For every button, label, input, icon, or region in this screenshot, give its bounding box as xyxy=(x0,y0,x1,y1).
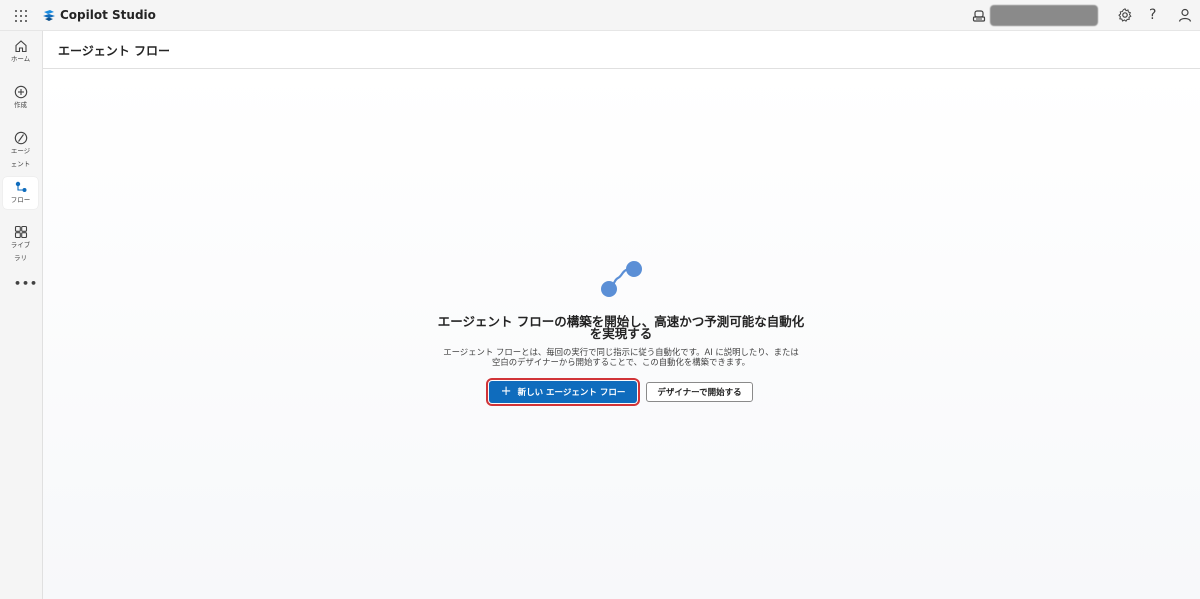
start-in-designer-button[interactable]: デザイナーで開始する xyxy=(646,382,753,402)
more-options-icon[interactable]: ••• xyxy=(14,277,38,290)
rail-label-flows: フロー xyxy=(10,196,31,204)
rail-item-library[interactable]: ライブラリ xyxy=(3,225,38,265)
settings-gear-icon[interactable] xyxy=(1117,7,1133,23)
environment-icon[interactable] xyxy=(972,9,986,23)
rail-item-agents[interactable]: エージェント xyxy=(3,131,38,171)
page-title: エージェント フロー xyxy=(58,44,170,58)
agent-flow-illustration-icon xyxy=(601,261,642,297)
plus-icon: + xyxy=(500,384,512,399)
copilot-studio-logo xyxy=(43,10,55,21)
help-icon[interactable]: ? xyxy=(1149,7,1156,23)
rail-label-library: ライブラリ xyxy=(10,241,31,262)
plus-circle-icon xyxy=(14,85,27,99)
page-header: エージェント フロー xyxy=(43,31,1200,69)
rail-label-home: ホーム xyxy=(10,55,31,63)
app-title[interactable]: Copilot Studio xyxy=(60,8,156,22)
rail-item-create[interactable]: 作成 xyxy=(3,85,38,112)
agent-icon xyxy=(14,131,27,145)
rail-item-flows[interactable]: フロー xyxy=(3,177,38,209)
new-agent-flow-label: 新しい エージェント フロー xyxy=(517,388,626,398)
rail-label-agents: エージェント xyxy=(10,147,31,168)
top-bar: Copilot Studio ? xyxy=(0,0,1200,31)
empty-state-description: エージェント フローとは、毎回の実行で同じ指示に従う自動化です。AI に説明した… xyxy=(443,347,799,367)
environment-selector[interactable] xyxy=(990,5,1098,26)
library-icon xyxy=(14,225,27,239)
rail-label-create: 作成 xyxy=(14,101,27,109)
rail-item-home[interactable]: ホーム xyxy=(3,39,38,66)
home-icon xyxy=(14,40,27,53)
empty-state-title: エージェント フローの構築を開始し、高速かつ予測可能な自動化を実現する xyxy=(437,314,805,341)
account-icon[interactable] xyxy=(1177,7,1193,23)
app-launcher-icon[interactable] xyxy=(15,10,27,22)
new-agent-flow-button[interactable]: + 新しい エージェント フロー xyxy=(486,378,640,406)
flow-icon xyxy=(15,181,26,192)
left-navigation-rail: ホーム 作成 エージェント フロー ライブラリ ••• xyxy=(0,31,43,599)
